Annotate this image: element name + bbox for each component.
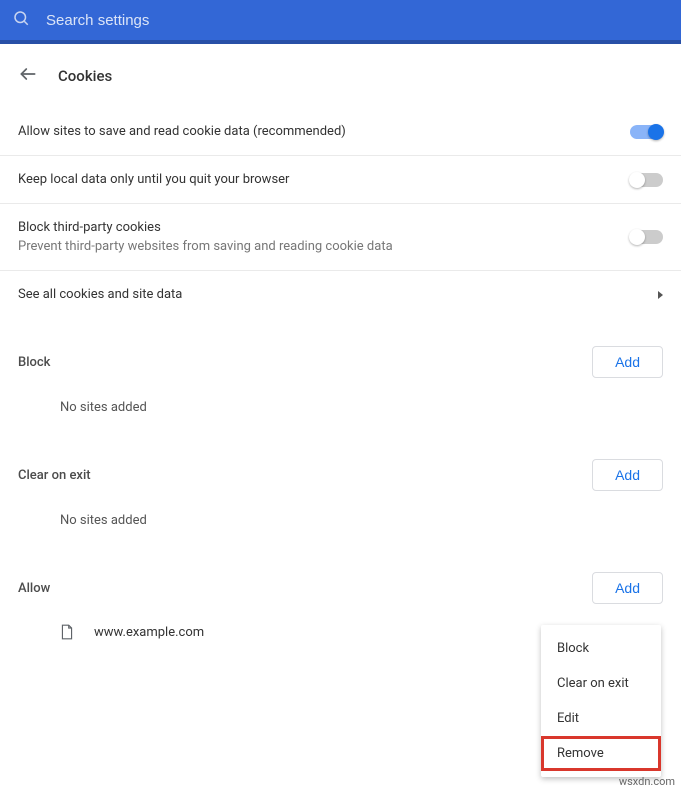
section-title: Allow [18,581,50,596]
row-text: Keep local data only until you quit your… [18,172,630,187]
row-allow-sites: Allow sites to save and read cookie data… [0,108,681,156]
section-header: Allow Add [18,572,663,604]
row-text: See all cookies and site data [18,287,658,302]
menu-item-edit[interactable]: Edit [541,701,661,736]
site-url: www.example.com [94,625,204,640]
page-title: Cookies [58,67,112,85]
row-title: See all cookies and site data [18,287,658,302]
row-text: Block third-party cookies Prevent third-… [18,220,630,254]
add-button-block[interactable]: Add [592,346,663,378]
toggle-allow-sites[interactable] [630,125,663,139]
empty-text: No sites added [18,378,663,423]
empty-text: No sites added [18,491,663,536]
search-bar [0,0,681,40]
section-title: Clear on exit [18,468,91,483]
menu-item-remove[interactable]: Remove [541,736,661,771]
row-block-third-party: Block third-party cookies Prevent third-… [0,204,681,271]
search-input[interactable] [44,11,669,30]
add-button-allow[interactable]: Add [592,572,663,604]
row-title: Keep local data only until you quit your… [18,172,630,187]
row-title: Allow sites to save and read cookie data… [18,124,630,139]
section-title: Block [18,355,50,370]
section-clear-on-exit: Clear on exit Add No sites added [0,431,681,544]
section-header: Clear on exit Add [18,459,663,491]
context-menu: Block Clear on exit Edit Remove [541,625,661,777]
toggle-keep-local[interactable] [630,173,663,187]
file-icon [60,624,74,640]
row-keep-local: Keep local data only until you quit your… [0,156,681,204]
row-text: Allow sites to save and read cookie data… [18,124,630,139]
toggle-block-third-party[interactable] [630,230,663,244]
search-icon [12,9,30,31]
add-button-clear-on-exit[interactable]: Add [592,459,663,491]
watermark: wsxdn.com [619,775,675,788]
row-see-all-cookies[interactable]: See all cookies and site data [0,271,681,318]
page-header: Cookies [0,44,681,108]
section-block: Block Add No sites added [0,318,681,431]
row-title: Block third-party cookies [18,220,630,235]
row-subtitle: Prevent third-party websites from saving… [18,239,630,254]
chevron-right-icon [658,291,663,299]
menu-item-clear-on-exit[interactable]: Clear on exit [541,666,661,701]
settings-list: Allow sites to save and read cookie data… [0,108,681,318]
back-icon[interactable] [18,64,38,88]
section-header: Block Add [18,346,663,378]
menu-item-block[interactable]: Block [541,631,661,666]
